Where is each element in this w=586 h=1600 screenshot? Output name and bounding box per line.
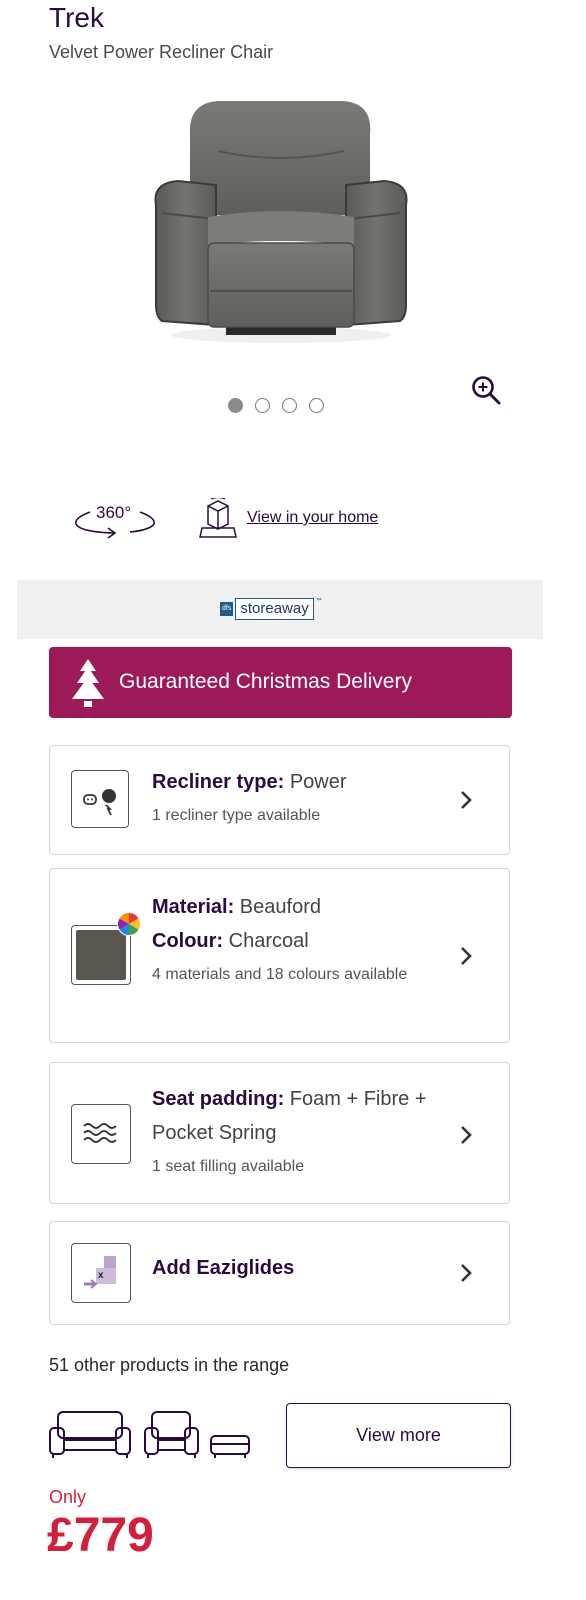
chevron-right-icon [461,1126,472,1144]
ar-box-icon [199,498,237,538]
seat-padding-option[interactable]: Seat padding: Foam + Fibre + Pocket Spri… [49,1062,510,1204]
power-recliner-icon [83,789,116,816]
chevron-right-icon [461,947,472,965]
view-in-your-home-link[interactable]: View in your home [247,509,378,527]
eaziglides-icon: x [84,1256,116,1289]
zoom-icon[interactable] [470,374,502,406]
view-360-label: 360° [96,503,132,522]
storeaway-bar: dfs storeaway ™ [17,580,543,639]
gallery-dot-2[interactable] [255,398,270,413]
material-swatch-box [71,912,141,985]
material-label: Material: [152,896,235,918]
colour-label: Colour: [152,930,224,952]
product-title: Trek [49,2,104,33]
padding-label: Seat padding: [152,1088,285,1110]
christmas-tree-icon [72,659,104,707]
view-more-button[interactable]: View more [286,1403,511,1468]
product-subtitle: Velvet Power Recliner Chair [49,42,274,62]
gallery-dot-3[interactable] [282,398,297,413]
range-count-text: 51 other products in the range [49,1355,290,1375]
gallery-dot-1[interactable] [228,398,243,413]
storeaway-logo: dfs storeaway ™ [220,598,322,620]
colour-value: Charcoal [223,930,309,952]
range-furniture-icons [49,1411,250,1458]
christmas-delivery-text: Guaranteed Christmas Delivery [119,670,412,693]
recliner-value: Power [284,771,347,793]
footstool-icon [210,1435,250,1458]
sofa-icon [49,1411,131,1458]
product-image[interactable] [148,95,414,345]
recliner-availability: 1 recliner type available [152,807,321,824]
storeaway-tm: ™ [315,598,322,604]
svg-text:x: x [98,1270,104,1281]
padding-icon-box [71,1104,131,1164]
eaziglides-label: Add Eaziglides [152,1257,295,1279]
gallery-dot-4[interactable] [309,398,324,413]
armchair-icon [144,1411,199,1458]
product-price: £779 [47,1509,154,1562]
waves-icon [83,1123,117,1143]
storeaway-badge: dfs [220,602,234,616]
recliner-label: Recliner type: [152,771,285,793]
eaziglides-icon-box: x [71,1243,131,1303]
chevron-right-icon [461,1264,472,1282]
material-colour-option[interactable]: Material: Beauford Colour: Charcoal 4 ma… [49,868,510,1043]
recliner-icon-box [71,770,129,828]
material-value: Beauford [234,896,321,918]
storeaway-text: storeaway [235,598,314,620]
padding-availability: 1 seat filling available [152,1158,305,1175]
gallery-dots [228,398,324,413]
chevron-right-icon [461,791,472,809]
material-availability: 4 materials and 18 colours available [152,966,408,983]
eaziglides-option[interactable]: x Add Eaziglides [49,1221,510,1325]
recliner-type-option[interactable]: Recliner type: Power 1 recliner type ava… [49,745,510,855]
charcoal-swatch [76,930,126,980]
price-prefix: Only [49,1487,87,1507]
view-360-button[interactable]: 360° [72,500,158,542]
christmas-delivery-banner: Guaranteed Christmas Delivery [49,647,512,718]
colour-wheel-icon [117,912,141,936]
